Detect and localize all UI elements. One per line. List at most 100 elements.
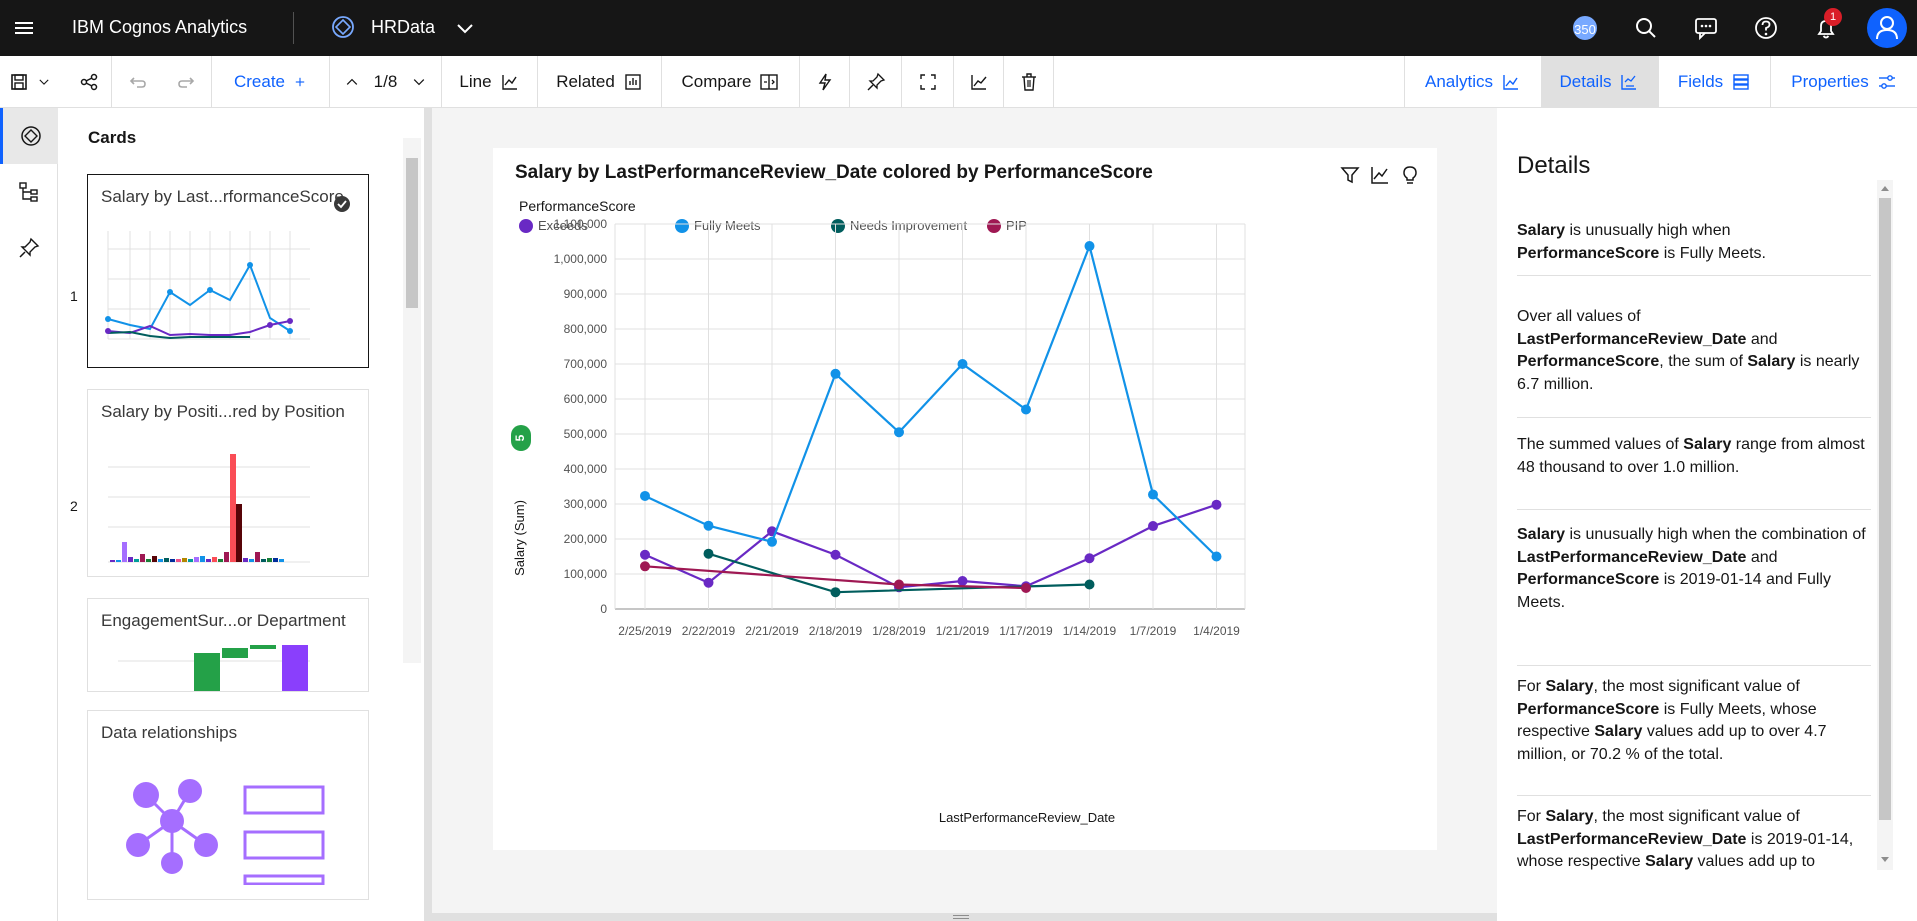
delete-button[interactable] — [1004, 56, 1054, 108]
data-point[interactable] — [703, 577, 714, 588]
series-line — [644, 242, 1218, 558]
data-point[interactable] — [703, 548, 714, 559]
tab-details[interactable]: Details — [1541, 56, 1659, 108]
tab-details-label: Details — [1559, 72, 1612, 91]
series-exceeds[interactable] — [640, 499, 1222, 593]
data-point[interactable] — [1084, 241, 1095, 252]
x-tick-label: 1/7/2019 — [1130, 624, 1177, 638]
lightning-icon — [818, 73, 831, 91]
card-thumbnail[interactable]: EngagementSur...or Department — [87, 598, 369, 692]
help-icon[interactable] — [1752, 14, 1780, 42]
add-icon — [295, 77, 305, 87]
data-point[interactable] — [830, 549, 841, 560]
data-point[interactable] — [830, 368, 841, 379]
rail-cards-button[interactable] — [0, 108, 58, 164]
trash-icon — [1021, 73, 1036, 91]
card-pager[interactable]: 1/8 — [330, 56, 442, 108]
save-menu-button[interactable] — [0, 56, 60, 108]
bottom-resize-handle[interactable] — [432, 913, 1497, 921]
data-point[interactable] — [830, 587, 841, 598]
cards-scrollbar-thumb[interactable] — [406, 158, 418, 308]
visualization-card[interactable]: Salary by LastPerformanceReview_Date col… — [493, 148, 1437, 850]
data-point[interactable] — [640, 561, 650, 572]
create-button[interactable]: Create — [212, 56, 330, 108]
redo-button[interactable] — [162, 56, 212, 108]
user-avatar[interactable] — [1867, 8, 1907, 48]
share-button[interactable] — [66, 56, 112, 108]
y-tick-label: 400,000 — [564, 462, 608, 476]
x-axis-label: LastPerformanceReview_Date — [939, 810, 1115, 825]
rail-hierarchy-button[interactable] — [0, 164, 58, 220]
details-scrollbar[interactable] — [1877, 180, 1893, 870]
data-point[interactable] — [1211, 551, 1222, 562]
tab-properties-label: Properties — [1791, 72, 1869, 91]
data-point[interactable] — [703, 520, 714, 531]
pin-button[interactable] — [850, 56, 902, 108]
card-thumbnail[interactable]: Salary by Positi...red by Position — [87, 389, 369, 577]
data-point[interactable] — [894, 427, 904, 438]
scroll-up-arrow-icon[interactable] — [1880, 184, 1890, 192]
panel-resize-handle[interactable] — [424, 108, 432, 921]
data-point[interactable] — [957, 576, 968, 586]
related-button[interactable]: Related — [538, 56, 662, 108]
counter-badge[interactable]: 350 — [1571, 14, 1599, 42]
cards-scrollbar[interactable] — [403, 138, 421, 663]
share-icon — [80, 73, 97, 91]
scroll-down-arrow-icon[interactable] — [1880, 856, 1890, 864]
insight-text: is unusually high when — [1565, 222, 1731, 239]
undo-button[interactable] — [112, 56, 162, 108]
data-point[interactable] — [894, 579, 904, 590]
tab-fields[interactable]: Fields — [1659, 56, 1771, 108]
x-tick-label: 1/21/2019 — [936, 624, 990, 638]
x-tick-label: 1/14/2019 — [1063, 624, 1117, 638]
insight-text: , the most significant value of — [1593, 808, 1800, 825]
card-thumbnail[interactable]: Salary by Last...rformanceScore — [87, 174, 369, 368]
details-scrollbar-thumb[interactable] — [1879, 198, 1891, 820]
visualization-type-button[interactable]: Line — [442, 56, 538, 108]
data-point[interactable] — [1021, 404, 1031, 415]
data-point[interactable] — [767, 536, 777, 547]
data-point[interactable] — [640, 549, 650, 560]
chevron-up-icon[interactable] — [344, 72, 360, 92]
card-thumbnail[interactable]: Data relationships — [87, 710, 369, 900]
hamburger-menu-icon[interactable] — [12, 16, 36, 40]
insight-item: For Salary, the most significant value o… — [1517, 676, 1871, 796]
data-point[interactable] — [640, 490, 650, 501]
exploration-icon — [20, 126, 41, 146]
insight-text: values add up to — [1693, 853, 1815, 870]
x-tick-label: 1/4/2019 — [1193, 624, 1240, 638]
trend-button[interactable] — [954, 56, 1004, 108]
insight-field-name: Salary — [1747, 353, 1796, 370]
y-tick-label: 1,100,000 — [554, 217, 608, 231]
y-tick-label: 1,000,000 — [554, 252, 608, 266]
data-point[interactable] — [1021, 583, 1031, 593]
y-axis-ticks: 0 100,000 200,000 300,000 400,000 500,000 600,… — [554, 217, 608, 616]
data-point[interactable] — [1211, 499, 1222, 510]
insight-badge[interactable]: 5 — [511, 425, 531, 451]
data-point[interactable] — [957, 359, 968, 369]
chat-icon[interactable] — [1692, 14, 1720, 42]
x-tick-label: 2/18/2019 — [809, 624, 863, 638]
y-tick-label: 800,000 — [564, 322, 608, 336]
insight-field-name: Salary — [1517, 526, 1566, 543]
focus-button[interactable] — [902, 56, 954, 108]
insights-button[interactable] — [800, 56, 850, 108]
search-icon[interactable] — [1632, 14, 1660, 42]
tab-properties[interactable]: Properties — [1771, 56, 1917, 108]
series-fully-meets[interactable] — [640, 241, 1222, 562]
data-point[interactable] — [1084, 553, 1095, 564]
insight-text: is Fully Meets. — [1659, 244, 1766, 262]
data-point[interactable] — [1148, 521, 1158, 532]
rail-pins-button[interactable] — [0, 220, 58, 276]
hierarchy-icon — [19, 182, 38, 202]
insight-item: Over all values of LastPerformanceReview… — [1517, 306, 1871, 418]
compare-button[interactable]: Compare — [662, 56, 800, 108]
card-number: 1 — [70, 288, 78, 304]
chevron-down-icon[interactable] — [453, 16, 477, 40]
related-label: Related — [556, 72, 615, 91]
data-point[interactable] — [1148, 489, 1158, 500]
datasource-name[interactable]: HRData — [371, 16, 435, 38]
tab-analytics[interactable]: Analytics — [1404, 56, 1542, 108]
chevron-down-icon[interactable] — [411, 72, 427, 92]
data-point[interactable] — [1084, 579, 1095, 590]
